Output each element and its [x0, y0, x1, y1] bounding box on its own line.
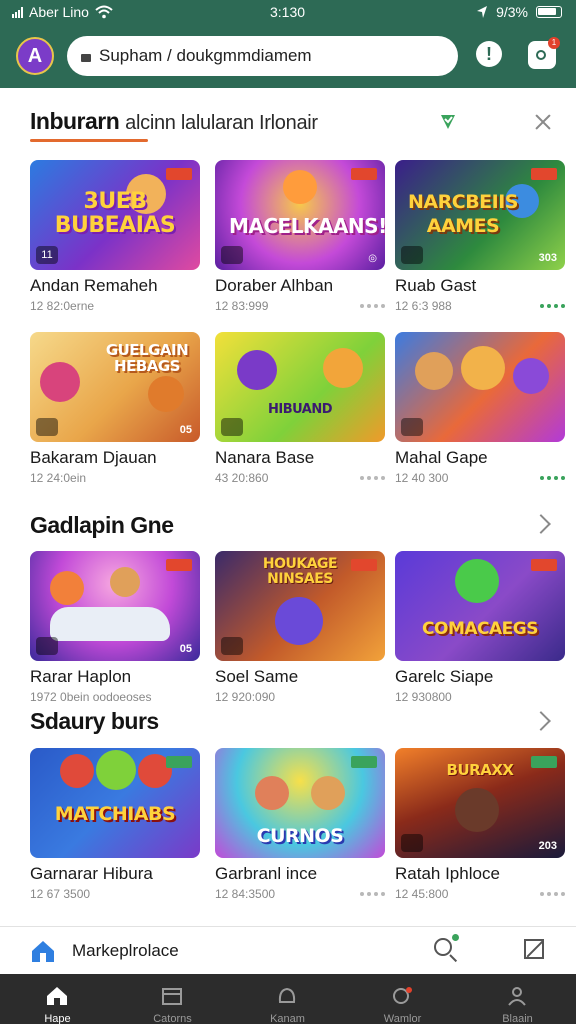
notification-icon [536, 50, 546, 60]
game-card[interactable]: HIBUAND Nanara Base 43 20:860 [215, 332, 385, 485]
notification-button[interactable]: 1 [528, 37, 560, 69]
game-thumbnail: 05 [30, 551, 200, 661]
search-badge [452, 934, 459, 941]
game-meta: 12 83:999 [215, 299, 269, 313]
game-title: Rarar Haplon [30, 667, 132, 686]
game-meta: 1972 0bein oodoeoses [30, 690, 152, 704]
game-meta: 12 24:0ein [30, 471, 87, 485]
location-icon [477, 6, 488, 18]
game-card[interactable]: NARCBEIIS AAMES 303 Ruab Gast 12 6:3 988 [395, 160, 565, 313]
game-thumbnail [395, 332, 565, 442]
game-title: Nanara Base [215, 448, 315, 467]
game-card[interactable]: MACELKAANS! ◎ Doraber Alhban 12 83:999 [215, 160, 385, 313]
game-card[interactable]: 3UEB BUBEAIAS 11 Andan Remaheh 12 82:0er… [30, 160, 200, 313]
game-thumbnail: COMACAEGS [395, 551, 565, 661]
lock-icon [81, 54, 91, 62]
user-icon [508, 987, 526, 1006]
game-thumbnail: MATCHIABS [30, 748, 200, 858]
verified-icon [441, 115, 455, 129]
signal-icon [12, 6, 23, 18]
more-dots[interactable] [360, 892, 385, 896]
marketplace-label[interactable]: Markeplrolace [72, 941, 179, 961]
search-icon[interactable] [434, 938, 452, 956]
game-meta: 12 920:090 [215, 690, 276, 704]
nav-item-home[interactable]: Hape [0, 974, 115, 1025]
home-icon [47, 987, 67, 1005]
nav-item-rewards[interactable]: Wamlor [345, 974, 460, 1025]
game-meta: 12 930800 [395, 690, 452, 704]
game-title: Ruab Gast [395, 276, 477, 295]
battery-icon [536, 6, 562, 18]
game-meta: 12 82:0erne [30, 299, 95, 313]
marketplace-bar: Markeplrolace [0, 926, 576, 975]
browser-toolbar: A Supham / doukgmmdiamem ! 1 [0, 26, 576, 88]
game-title: Garbranl ince [215, 864, 318, 883]
bottom-nav: Hape Catorns Kanam Wamlor Blaain [0, 974, 576, 1025]
game-meta: 12 45:800 [395, 887, 449, 901]
more-dots[interactable] [540, 304, 565, 308]
game-card[interactable]: HOUKAGE NINSAES Soel Same 12 920:090 [215, 551, 385, 704]
game-card[interactable]: Mahal Gape 12 40 300 [395, 332, 565, 485]
game-thumbnail: HOUKAGE NINSAES [215, 551, 385, 661]
game-thumbnail: NARCBEIIS AAMES 303 [395, 160, 565, 270]
chevron-right-icon[interactable] [531, 711, 551, 731]
game-card[interactable]: MATCHIABS Garnarar Hibura 12 67 3500 [30, 748, 200, 901]
section-title: Inburarn alcinn lalularan Irlonair [30, 108, 318, 134]
game-card[interactable]: BURAXX 203 Ratah Iphloce 12 45:800 [395, 748, 565, 901]
wifi-icon [95, 5, 113, 19]
game-thumbnail: HIBUAND [215, 332, 385, 442]
more-dots[interactable] [360, 476, 385, 480]
game-thumbnail: BURAXX 203 [395, 748, 565, 858]
game-title: Ratah Iphloce [395, 864, 500, 883]
nav-item-games[interactable]: Kanam [230, 974, 345, 1025]
game-thumbnail: MACELKAANS! ◎ [215, 160, 385, 270]
game-title: Garelc Siape [395, 667, 494, 686]
game-thumbnail: CURNOS [215, 748, 385, 858]
game-card[interactable]: COMACAEGS Garelc Siape 12 930800 [395, 551, 565, 704]
avatar[interactable]: A [16, 37, 54, 75]
section-title: Gadlapin Gne [30, 512, 174, 538]
more-dots[interactable] [540, 476, 565, 480]
notification-badge: 1 [548, 37, 560, 49]
game-title: Garnarar Hibura [30, 864, 153, 883]
url-text: Supham / doukgmmdiamem [99, 46, 312, 65]
game-thumbnail: 3UEB BUBEAIAS 11 [30, 160, 200, 270]
game-meta: 12 67 3500 [30, 887, 91, 901]
chevron-right-icon[interactable] [531, 514, 551, 534]
home-icon[interactable] [30, 939, 56, 963]
nav-item-profile[interactable]: Blaain [460, 974, 575, 1025]
status-bar: Aber Lino 3:130 9/3% [0, 0, 576, 26]
alert-icon[interactable]: ! [476, 41, 502, 67]
game-meta: 12 84:3500 [215, 887, 276, 901]
store-icon [162, 988, 182, 1005]
game-title: Bakaram Djauan [30, 448, 157, 467]
gift-icon [393, 987, 412, 1004]
game-meta: 12 40 300 [395, 471, 449, 485]
nav-item-catalog[interactable]: Catorns [115, 974, 230, 1025]
battery-text: 9/3% [496, 4, 528, 20]
section-title: Sdaury burs [30, 708, 159, 734]
bookmark-icon[interactable] [524, 939, 544, 959]
clock: 3:130 [270, 4, 306, 20]
game-card[interactable]: 05 Rarar Haplon 1972 0bein oodoeoses [30, 551, 200, 704]
close-icon[interactable] [531, 111, 555, 135]
game-title: Doraber Alhban [215, 276, 334, 295]
game-card[interactable]: CURNOS Garbranl ince 12 84:3500 [215, 748, 385, 901]
url-bar[interactable]: Supham / doukgmmdiamem [67, 36, 458, 76]
section-subtitle: alcinn lalularan Irlonair [125, 112, 318, 134]
game-meta: 43 20:860 [215, 471, 269, 485]
more-dots[interactable] [540, 892, 565, 896]
game-title: Soel Same [215, 667, 299, 686]
game-title: Andan Remaheh [30, 276, 158, 295]
game-meta: 12 6:3 988 [395, 299, 452, 313]
game-thumbnail: GUELGAIN HEBAGS 05 [30, 332, 200, 442]
carrier-text: Aber Lino [29, 4, 89, 20]
gamepad-icon [278, 987, 296, 1003]
game-title: Mahal Gape [395, 448, 488, 467]
section-underline [30, 139, 148, 142]
more-dots[interactable] [360, 304, 385, 308]
game-card[interactable]: GUELGAIN HEBAGS 05 Bakaram Djauan 12 24:… [30, 332, 200, 485]
